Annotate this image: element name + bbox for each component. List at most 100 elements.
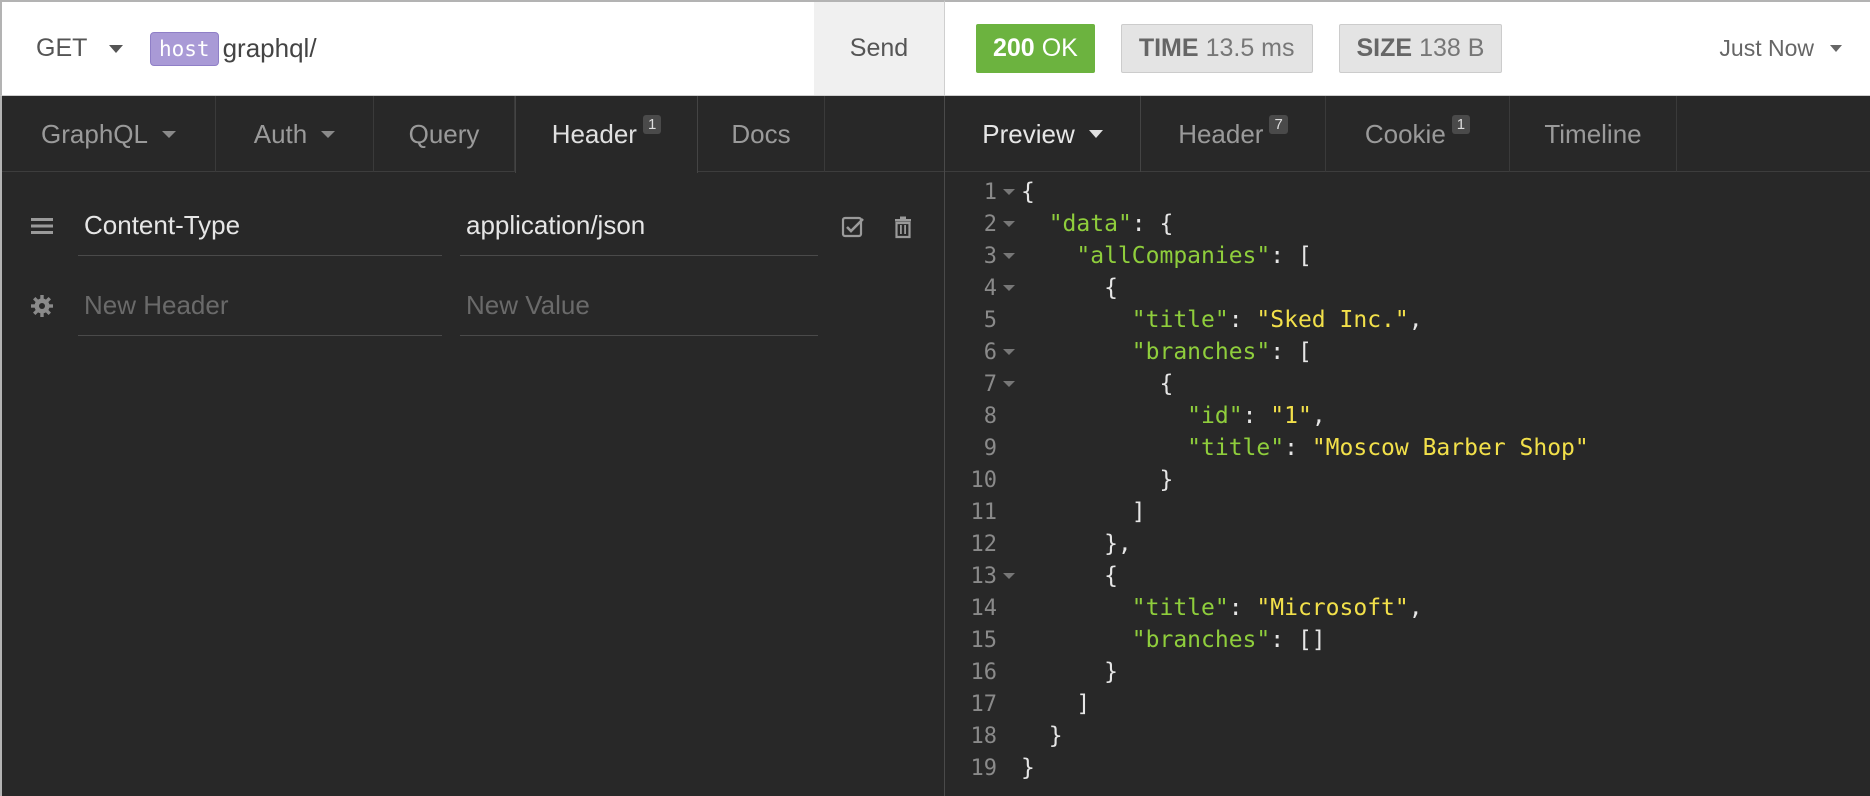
line-number: 1 (983, 179, 997, 205)
history-label: Just Now (1719, 35, 1814, 61)
fold-gutter (997, 752, 1019, 784)
header-row: Content-Type application/json (2, 196, 944, 256)
fold-toggle-icon[interactable] (997, 272, 1019, 304)
fold-gutter (997, 432, 1019, 464)
chevron-down-icon (1830, 45, 1842, 52)
json-punct (1021, 595, 1132, 621)
tab-label: Header (1178, 118, 1264, 149)
json-punct: : (1242, 403, 1271, 429)
code-text: } (1019, 723, 1063, 749)
json-key: "allCompanies" (1076, 243, 1271, 269)
tab-timeline[interactable]: Timeline (1510, 96, 1677, 172)
code-line: 10 } (945, 464, 1870, 496)
code-text: "id": "1", (1019, 403, 1326, 429)
line-number: 7 (983, 371, 997, 397)
tab-auth[interactable]: Auth (216, 96, 374, 172)
request-tabs: GraphQL Auth Query Header 1 Docs (2, 96, 944, 173)
size-badge: SIZE 138 B (1338, 24, 1503, 73)
fold-toggle-icon[interactable] (997, 240, 1019, 272)
line-number: 19 (970, 755, 998, 781)
code-line: 1{ (945, 176, 1870, 208)
time-value: 13.5 ms (1205, 34, 1295, 62)
line-number: 5 (983, 307, 997, 333)
code-line: 4 { (945, 272, 1870, 304)
status-code: 200 (993, 34, 1035, 62)
json-punct: }, (1021, 531, 1132, 557)
code-text: { (1019, 275, 1118, 301)
method-dropdown[interactable]: GET (2, 2, 150, 95)
host-variable-tag[interactable]: host (150, 31, 219, 66)
new-header-value-input[interactable]: New Value (460, 276, 818, 336)
code-line: 9 "title": "Moscow Barber Shop" (945, 432, 1870, 464)
tab-response-header[interactable]: Header 7 (1141, 96, 1326, 172)
json-key: "title" (1131, 595, 1229, 621)
checkbox-checked-icon[interactable] (840, 214, 866, 240)
code-text: "branches": [] (1019, 627, 1326, 653)
url-input[interactable]: host graphql/ (150, 2, 814, 95)
code-text: ] (1019, 691, 1090, 717)
response-pane: Preview Header 7 Cookie 1 Timeline 1{2 "… (944, 96, 1870, 796)
code-line: 7 { (945, 368, 1870, 400)
fold-gutter (997, 304, 1019, 336)
json-punct: { (1021, 563, 1118, 589)
json-punct: { (1021, 179, 1035, 205)
line-number: 17 (970, 691, 998, 717)
chevron-down-icon (1088, 130, 1103, 138)
tab-query[interactable]: Query (374, 96, 515, 172)
status-text: OK (1041, 34, 1078, 62)
fold-toggle-icon[interactable] (997, 208, 1019, 240)
history-dropdown[interactable]: Just Now (1719, 2, 1842, 95)
line-number: 4 (983, 275, 997, 301)
json-string: "1" (1270, 403, 1312, 429)
header-name-text: Content-Type (84, 210, 241, 240)
code-line: 17 ] (945, 688, 1870, 720)
line-number: 10 (970, 467, 998, 493)
tab-label: Auth (253, 118, 308, 149)
line-number: 14 (970, 595, 998, 621)
tab-label: Timeline (1544, 118, 1642, 149)
json-punct: : (1228, 595, 1257, 621)
fold-toggle-icon[interactable] (997, 560, 1019, 592)
json-punct: } (1021, 723, 1063, 749)
json-punct: , (1311, 403, 1326, 429)
json-punct: , (1408, 307, 1423, 333)
code-text: ] (1019, 499, 1146, 525)
json-string: "Moscow Barber Shop" (1311, 435, 1589, 461)
json-punct: : [ (1270, 339, 1312, 365)
tab-count-badge: 1 (1451, 114, 1471, 134)
fold-toggle-icon[interactable] (997, 176, 1019, 208)
json-string: "Microsoft" (1256, 595, 1409, 621)
code-text: { (1019, 563, 1118, 589)
header-value-text: application/json (466, 210, 646, 240)
tab-header[interactable]: Header 1 (515, 96, 698, 173)
tab-label: Preview (982, 118, 1075, 149)
code-text: } (1019, 467, 1173, 493)
code-text: { (1019, 371, 1173, 397)
json-key: "branches" (1131, 339, 1271, 365)
new-header-name-input[interactable]: New Header (78, 276, 442, 336)
tab-graphql[interactable]: GraphQL (2, 96, 216, 172)
fold-gutter (997, 496, 1019, 528)
json-punct: } (1021, 755, 1035, 781)
new-header-row: New Header New Value (2, 276, 944, 336)
size-label: SIZE (1356, 34, 1413, 62)
trash-icon[interactable] (890, 214, 916, 240)
fold-toggle-icon[interactable] (997, 368, 1019, 400)
code-line: 11 ] (945, 496, 1870, 528)
tab-cookie[interactable]: Cookie 1 (1326, 96, 1510, 172)
json-punct: { (1021, 371, 1174, 397)
json-punct: : [] (1270, 627, 1326, 653)
header-name-field[interactable]: Content-Type (78, 196, 442, 256)
fold-toggle-icon[interactable] (997, 336, 1019, 368)
hamburger-icon[interactable] (30, 214, 54, 238)
tab-preview[interactable]: Preview (945, 96, 1141, 172)
line-number: 11 (970, 499, 998, 525)
send-button[interactable]: Send (814, 2, 944, 95)
json-key: "id" (1187, 403, 1243, 429)
header-value-field[interactable]: application/json (460, 196, 818, 256)
code-line: 16 } (945, 656, 1870, 688)
time-label: TIME (1138, 34, 1199, 62)
tab-docs[interactable]: Docs (698, 96, 825, 172)
json-punct: : { (1131, 211, 1174, 237)
line-number: 3 (983, 243, 997, 269)
